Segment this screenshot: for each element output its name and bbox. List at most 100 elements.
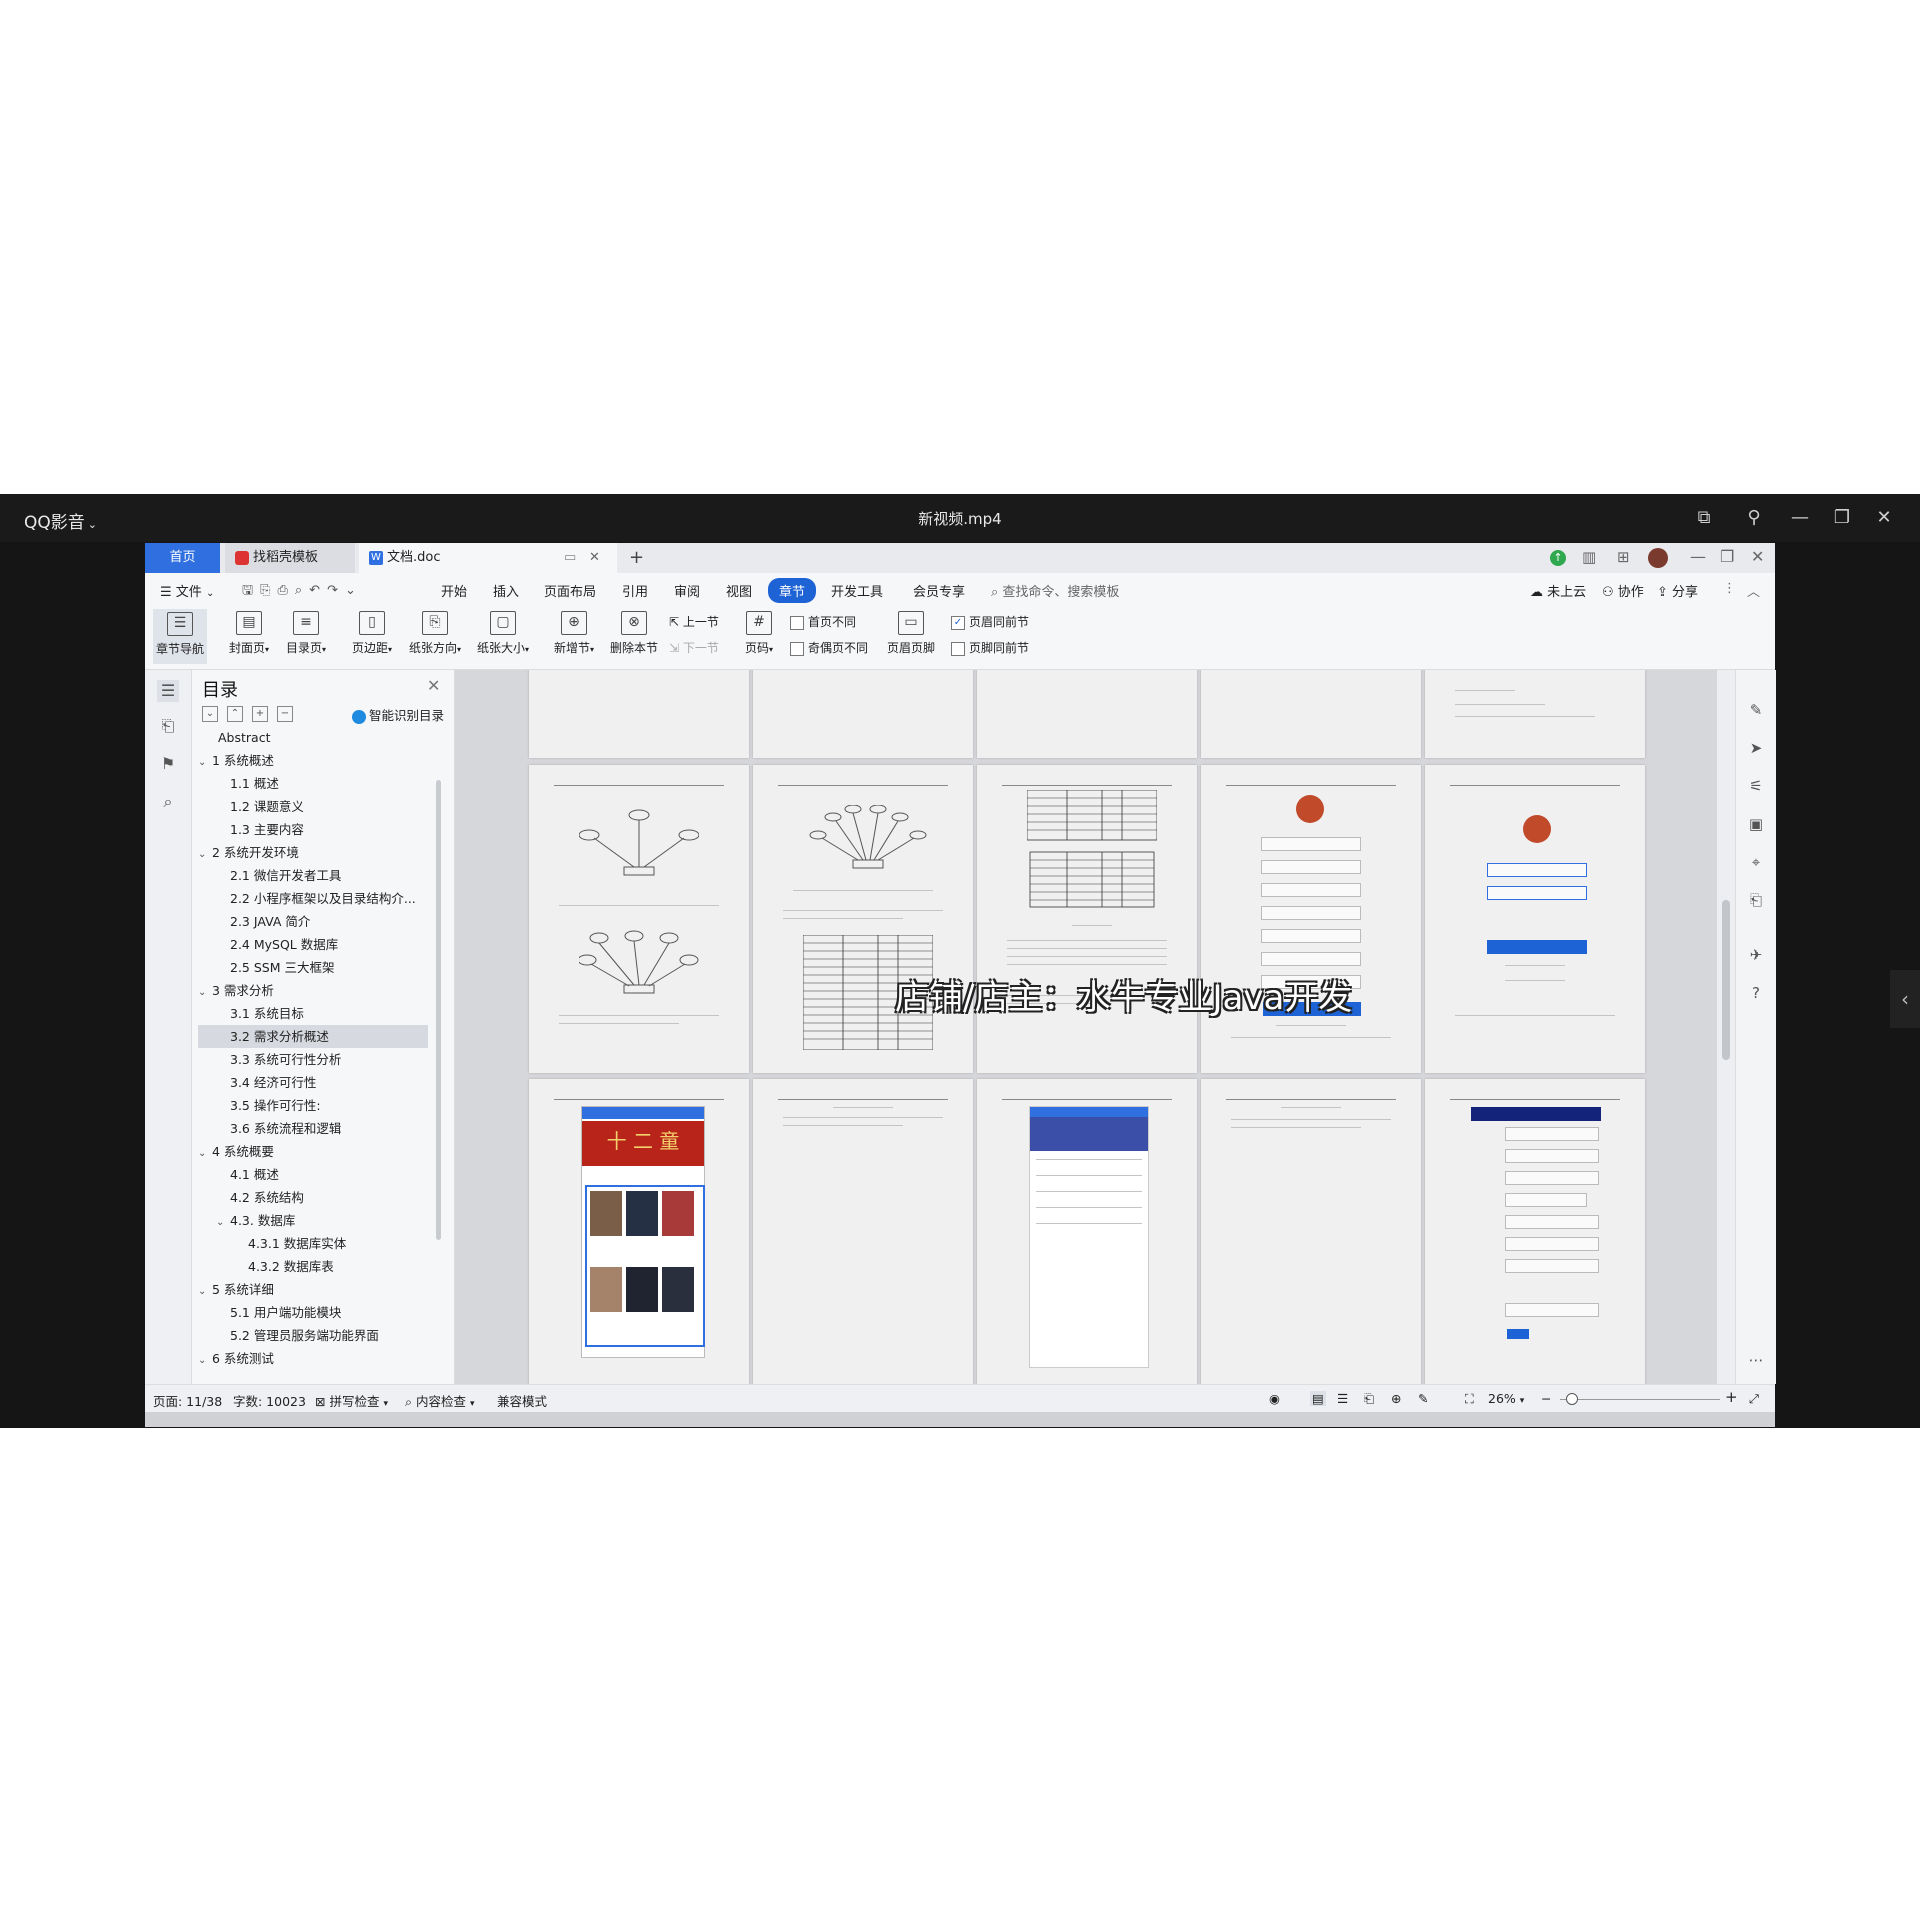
odd-even-different-checkbox[interactable]: 奇偶页不同 [790, 639, 868, 656]
header-footer-button[interactable]: ▭ 页眉页脚 [885, 611, 937, 656]
toc-item[interactable]: 3.5 操作可行性: [198, 1094, 428, 1117]
collapse-ribbon-icon[interactable]: ︿ [1747, 581, 1760, 600]
reading-view-icon[interactable]: ⎗ [1364, 1391, 1374, 1407]
zoom-level[interactable]: 26% ▾ [1488, 1391, 1524, 1406]
fit-page-icon[interactable]: ⛶ [1465, 1391, 1474, 1407]
toc-item[interactable]: ⌄ 1 系统概述 [198, 749, 428, 772]
toc-scrollbar[interactable] [436, 780, 441, 1240]
cursor-icon[interactable]: ➤ [1746, 738, 1766, 758]
toc-item[interactable]: ⌄ 5 系统详细 [198, 1278, 428, 1301]
page-indicator[interactable]: 页面: 11/38 [153, 1391, 222, 1410]
toc-item[interactable]: 3.1 系统目标 [198, 1002, 428, 1025]
menu-section[interactable]: 章节 [768, 578, 817, 603]
web-view-icon[interactable]: ⊕ [1391, 1391, 1401, 1406]
toc-item[interactable]: ⌄ 4.3. 数据库 [198, 1209, 428, 1232]
toc-item[interactable]: 4.2 系统结构 [198, 1186, 428, 1209]
adjust-icon[interactable]: ⚟ [1746, 776, 1766, 796]
zoom-in-button[interactable]: + [1725, 1388, 1738, 1406]
chevron-down-icon[interactable]: ⌄ [198, 843, 212, 866]
menu-view[interactable]: 视图 [726, 581, 752, 600]
cover-page-button[interactable]: ▤ 封面页▾ [225, 611, 273, 656]
document-scrollbar[interactable] [1717, 670, 1735, 1384]
cloud-status-button[interactable]: ☁ 未上云 [1530, 581, 1586, 600]
chevron-down-icon[interactable]: ⌄ [198, 1280, 212, 1303]
tab-home[interactable]: 首页 [145, 543, 220, 573]
toc-item[interactable]: 4.3.2 数据库表 [198, 1255, 428, 1278]
print-icon[interactable]: ⎙ [277, 583, 294, 598]
page-number-button[interactable]: # 页码▾ [742, 611, 776, 656]
chevron-down-icon[interactable]: ⌄ [216, 1211, 230, 1234]
delete-section-button[interactable]: ⊗ 删除本节 [608, 611, 660, 656]
chapter-nav-button[interactable]: ☰ 章节导航 [153, 609, 207, 664]
toc-page-button[interactable]: ≡ 目录页▾ [282, 611, 330, 656]
page-view-icon[interactable]: ▤ [1310, 1391, 1326, 1406]
toc-item[interactable]: 2.2 小程序框架以及目录结构介... [198, 887, 428, 910]
outline-view-icon[interactable]: ☰ [1337, 1391, 1348, 1406]
word-count[interactable]: 字数: 10023 [233, 1391, 306, 1410]
upload-icon[interactable]: ↑ [1550, 550, 1566, 566]
command-search[interactable]: ⌕ 查找命令、搜索模板 [991, 581, 1119, 600]
zoom-slider[interactable] [1560, 1399, 1720, 1400]
document-canvas[interactable]: 十 二 童 店铺/店主：水牛专业Java开发 [455, 670, 1717, 1384]
tab-document[interactable]: W 文档.doc ▭ ✕ [359, 543, 617, 573]
toc-panel-icon[interactable]: ☰ [157, 680, 179, 702]
chevron-down-icon[interactable]: ⌄ [198, 981, 212, 1004]
help-icon[interactable]: ? [1746, 983, 1766, 1003]
pen-icon[interactable]: ✎ [1418, 1391, 1428, 1406]
toc-item[interactable]: 2.5 SSM 三大框架 [198, 956, 428, 979]
save-icon[interactable]: 🖫 [242, 583, 260, 598]
first-page-different-checkbox[interactable]: 首页不同 [790, 613, 856, 630]
chevron-left-icon[interactable]: ‹ [1890, 970, 1920, 1028]
remove-item-icon[interactable]: − [277, 706, 293, 722]
chevron-down-icon[interactable]: ⌄ [345, 583, 363, 598]
zoom-out-button[interactable]: − [1541, 1391, 1551, 1406]
rocket-icon[interactable]: ✈ [1746, 945, 1766, 965]
scroll-thumb[interactable] [1722, 900, 1730, 1060]
next-section-button[interactable]: ⇲ 下一节 [669, 639, 719, 656]
menu-dev-tools[interactable]: 开发工具 [831, 581, 883, 600]
close-button[interactable]: ✕ [1872, 506, 1896, 530]
paper-size-button[interactable]: ▢ 纸张大小▾ [473, 611, 533, 656]
restore-button[interactable]: ❐ [1830, 506, 1854, 530]
content-check-button[interactable]: ⌕ 内容检查 ▾ [405, 1391, 475, 1410]
more-icon[interactable]: ⋮ [1723, 581, 1736, 596]
footer-same-as-previous-checkbox[interactable]: 页脚同前节 [951, 639, 1029, 656]
preview-icon[interactable]: ⌕ [295, 583, 309, 598]
apps-grid-icon[interactable]: ⊞ [1617, 548, 1630, 566]
add-item-icon[interactable]: + [252, 706, 268, 722]
close-button[interactable]: ✕ [1751, 547, 1764, 566]
search-icon[interactable]: ⌕ [157, 791, 179, 813]
toc-item[interactable]: Abstract [198, 726, 428, 749]
chevron-down-icon[interactable]: ⌄ [198, 1142, 212, 1165]
export-icon[interactable]: ⎘ [260, 583, 277, 598]
minimize-button[interactable]: — [1788, 506, 1812, 530]
toc-item[interactable]: ⌄ 2 系统开发环境 [198, 841, 428, 864]
toc-item[interactable]: ⌄ 4 系统概要 [198, 1140, 428, 1163]
smart-toc-button[interactable]: 智能识别目录 [352, 705, 444, 724]
close-icon[interactable]: ✕ [589, 543, 600, 573]
toc-item[interactable]: ⌄ 6 系统测试 [198, 1347, 428, 1370]
more-icon[interactable]: ⋯ [1746, 1350, 1766, 1370]
toc-item[interactable]: 3.3 系统可行性分析 [198, 1048, 428, 1071]
minimize-button[interactable]: — [1690, 547, 1706, 566]
eye-icon[interactable]: ◉ [1269, 1391, 1280, 1406]
tab-templates[interactable]: 找稻壳模板 [225, 543, 355, 573]
margins-button[interactable]: ▯ 页边距▾ [348, 611, 396, 656]
layout-icon[interactable]: ▥ [1582, 548, 1596, 566]
pin-icon[interactable]: ⚲ [1742, 506, 1766, 530]
section-panel-icon[interactable]: ⎗ [157, 715, 179, 737]
menu-references[interactable]: 引用 [622, 581, 648, 600]
spell-check-button[interactable]: ⊠ 拼写检查 ▾ [315, 1391, 388, 1410]
collaborate-button[interactable]: ⚇ 协作 [1602, 581, 1644, 600]
toc-item[interactable]: 3.6 系统流程和逻辑 [198, 1117, 428, 1140]
toc-item[interactable]: 5.1 用户端功能模块 [198, 1301, 428, 1324]
screen-icon[interactable]: ▭ [564, 543, 576, 573]
toc-item[interactable]: ⌄ 3 需求分析 [198, 979, 428, 1002]
quick-access-toolbar[interactable]: 🖫⎘⎙⌕↶↷⌄ [242, 581, 363, 603]
avatar[interactable] [1648, 548, 1668, 568]
toc-item[interactable]: 5.2 管理员服务端功能界面 [198, 1324, 428, 1347]
toc-item[interactable]: 3.4 经济可行性 [198, 1071, 428, 1094]
prev-section-button[interactable]: ⇱ 上一节 [669, 613, 719, 630]
close-icon[interactable]: ✕ [427, 676, 440, 695]
toc-item[interactable]: 4.1 概述 [198, 1163, 428, 1186]
